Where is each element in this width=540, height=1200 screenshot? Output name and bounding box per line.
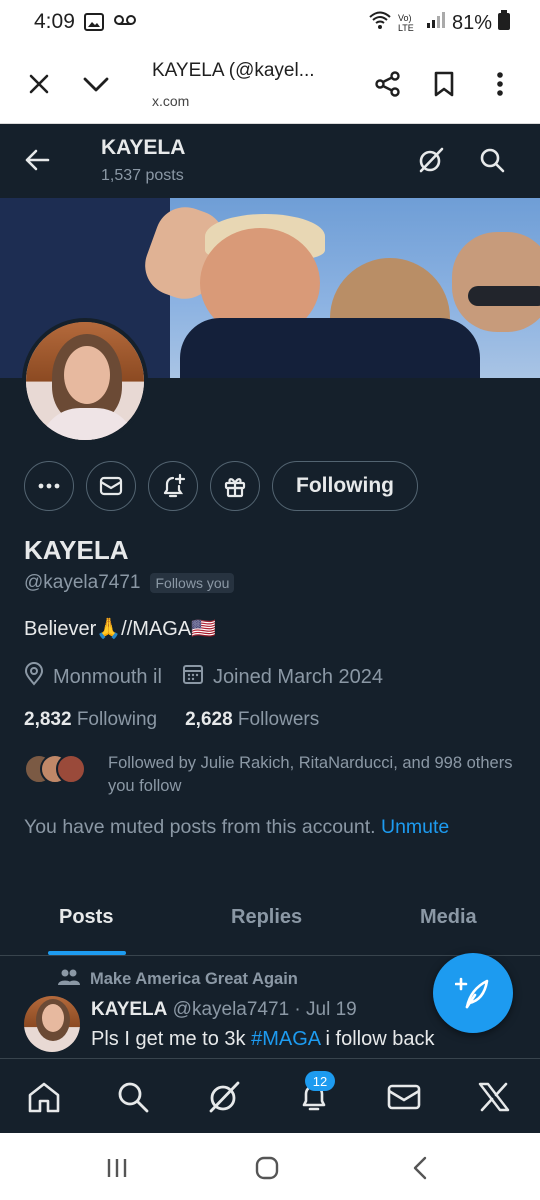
bio: Believer🙏//MAGA🇺🇸 — [24, 618, 217, 640]
grok-icon[interactable] — [413, 142, 449, 178]
status-bar: 4:09 Vo) LTE 81% — [0, 0, 540, 46]
page-url: x.com — [152, 93, 190, 109]
tab-replies[interactable]: Replies — [231, 906, 302, 929]
browser-toolbar: KAYELA (@kayel... x.com — [0, 46, 540, 124]
notify-button[interactable] — [148, 461, 198, 511]
profile-avatar[interactable] — [22, 318, 148, 444]
back-arrow-icon[interactable] — [19, 142, 55, 178]
location-pin-icon — [24, 662, 44, 692]
calendar-icon — [182, 663, 204, 691]
post-text[interactable]: Pls I get me to 3k #MAGA i follow back — [91, 1028, 435, 1051]
profile-actions: Following — [24, 461, 418, 511]
user-handle: @kayela7471 — [24, 572, 141, 593]
following-stat[interactable]: 2,832 Following — [24, 709, 157, 731]
battery-text: 81% — [451, 11, 492, 34]
bell-plus-icon — [163, 473, 186, 498]
profile-header: KAYELA 1,537 posts — [0, 124, 540, 198]
community-icon — [58, 968, 80, 991]
gift-button[interactable] — [210, 461, 260, 511]
more-button[interactable] — [24, 461, 74, 511]
grok-nav-icon[interactable] — [206, 1079, 242, 1115]
home-button-icon[interactable] — [252, 1153, 282, 1183]
hashtag-link[interactable]: #MAGA — [251, 1028, 320, 1050]
mutual-avatars — [24, 752, 94, 784]
following-button[interactable]: Following — [272, 461, 418, 511]
joined-date: Joined March 2024 — [212, 665, 384, 688]
recent-apps-icon[interactable] — [102, 1153, 132, 1183]
signal-icon — [426, 11, 446, 35]
followed-by-text: Followed by Julie Rakich, RitaNarducci, … — [108, 754, 513, 795]
message-button[interactable] — [86, 461, 136, 511]
wifi-icon — [368, 10, 392, 36]
display-name: KAYELA — [24, 535, 129, 565]
home-icon[interactable] — [26, 1079, 62, 1115]
gift-icon — [224, 478, 246, 498]
profile-tabs: Posts Replies Media — [0, 884, 540, 956]
post-header: KAYELA @kayela7471 · Jul 19 — [91, 999, 357, 1021]
header-name: KAYELA — [101, 136, 186, 159]
compose-button[interactable] — [433, 953, 513, 1033]
notifications-badge: 12 — [305, 1071, 335, 1091]
tab-posts[interactable]: Posts — [59, 906, 113, 929]
messages-icon[interactable] — [386, 1079, 422, 1115]
post-author-name[interactable]: KAYELA — [91, 999, 167, 1020]
followed-by[interactable]: Followed by Julie Rakich, RitaNarducci, … — [24, 752, 524, 798]
bookmark-icon[interactable] — [426, 66, 462, 102]
avatar — [56, 754, 86, 784]
follows-you-badge: Follows you — [150, 573, 235, 593]
bottom-nav: 12 — [0, 1058, 540, 1133]
active-tab-indicator — [48, 951, 126, 955]
tab-media[interactable]: Media — [420, 906, 477, 929]
post-meta: @kayela7471 · Jul 19 — [172, 999, 357, 1020]
battery-icon — [498, 10, 510, 36]
followers-stat[interactable]: 2,628 Followers — [185, 709, 319, 731]
gallery-icon — [84, 13, 104, 36]
chevron-down-icon[interactable] — [78, 66, 114, 102]
post-avatar[interactable] — [24, 996, 80, 1052]
feather-plus-icon — [455, 977, 489, 1009]
unmute-link[interactable]: Unmute — [381, 816, 449, 838]
post-community-context[interactable]: Make America Great Again — [58, 968, 298, 991]
status-time: 4:09 — [34, 10, 75, 33]
search-nav-icon[interactable] — [115, 1079, 151, 1115]
page-title: KAYELA (@kayel... — [152, 60, 315, 81]
envelope-icon — [99, 476, 123, 496]
back-nav-icon[interactable] — [405, 1153, 435, 1183]
search-icon[interactable] — [474, 142, 510, 178]
location: Monmouth il — [53, 665, 162, 688]
more-vertical-icon[interactable] — [482, 66, 518, 102]
voicemail-icon — [114, 13, 136, 36]
close-icon[interactable] — [21, 66, 57, 102]
share-icon[interactable] — [370, 66, 406, 102]
more-horizontal-icon — [38, 483, 60, 489]
network-label: Vo) LTE — [397, 13, 414, 33]
android-nav-bar — [0, 1133, 540, 1200]
community-name: Make America Great Again — [90, 970, 298, 988]
header-post-count: 1,537 posts — [101, 167, 184, 184]
x-logo-icon[interactable] — [476, 1079, 512, 1115]
muted-notice: You have muted posts from this account. — [24, 816, 376, 838]
